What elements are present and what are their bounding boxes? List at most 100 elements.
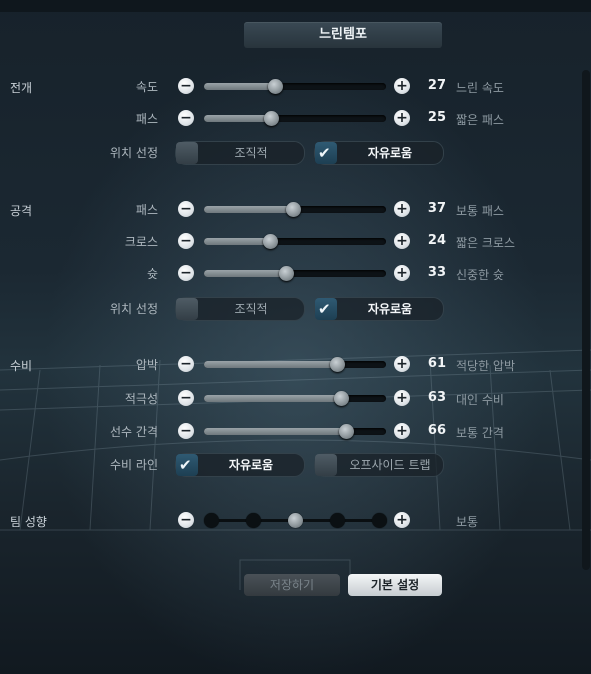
slider-fill bbox=[204, 428, 346, 435]
option-text: 조직적 bbox=[234, 302, 268, 316]
checkbox[interactable] bbox=[176, 298, 198, 320]
slider-track[interactable] bbox=[204, 424, 386, 439]
plus-icon[interactable]: + bbox=[394, 201, 410, 217]
slider-label: 속도 bbox=[135, 80, 158, 94]
slider-track[interactable] bbox=[204, 234, 386, 249]
plus-icon[interactable]: + bbox=[394, 265, 410, 281]
slider-knob[interactable] bbox=[334, 391, 349, 406]
option-free[interactable]: ✔ 자유로움 bbox=[314, 141, 444, 165]
option-text: 자유로움 bbox=[367, 146, 413, 160]
slider-description: 신중한 슛 bbox=[456, 268, 504, 282]
team-style-step-4[interactable] bbox=[330, 513, 345, 528]
plus-icon[interactable]: + bbox=[394, 356, 410, 372]
slider-label: 패스 bbox=[135, 203, 158, 217]
slider-label: 크로스 bbox=[124, 235, 158, 249]
option-text: 자유로움 bbox=[228, 458, 274, 472]
slider-fill bbox=[204, 270, 286, 277]
slider-knob[interactable] bbox=[263, 234, 278, 249]
slider-track[interactable] bbox=[204, 266, 386, 281]
check-icon: ✔ bbox=[318, 300, 331, 318]
slider-label: 압박 bbox=[135, 358, 158, 372]
minus-icon[interactable]: − bbox=[178, 201, 194, 217]
option-row-buildup-positioning: 위치 선정 조직적 ✔ 자유로움 bbox=[0, 141, 591, 165]
slider-knob[interactable] bbox=[339, 424, 354, 439]
team-style-step-2[interactable] bbox=[246, 513, 261, 528]
minus-icon[interactable]: − bbox=[178, 78, 194, 94]
slider-row-defense-aggression: 적극성 − + 63 대인 수비 bbox=[0, 390, 591, 408]
slider-knob[interactable] bbox=[286, 202, 301, 217]
plus-icon[interactable]: + bbox=[394, 110, 410, 126]
checkbox[interactable]: ✔ bbox=[176, 454, 198, 476]
plus-icon[interactable]: + bbox=[394, 512, 410, 528]
slider-row-attack-passing: 패스 − + 37 보통 패스 bbox=[0, 201, 591, 219]
option-organized[interactable]: 조직적 bbox=[175, 141, 305, 165]
team-style-description: 보통 bbox=[456, 515, 479, 529]
option-text: 오프사이드 트랩 bbox=[349, 458, 431, 472]
minus-icon[interactable]: − bbox=[178, 110, 194, 126]
slider-fill bbox=[204, 361, 337, 368]
save-button[interactable]: 저장하기 bbox=[244, 574, 340, 596]
team-style-step-3[interactable] bbox=[288, 513, 303, 528]
team-style-step-5[interactable] bbox=[372, 513, 387, 528]
plus-icon[interactable]: + bbox=[394, 390, 410, 406]
plus-icon[interactable]: + bbox=[394, 233, 410, 249]
check-icon: ✔ bbox=[318, 144, 331, 162]
checkbox[interactable]: ✔ bbox=[315, 298, 337, 320]
scrollbar[interactable] bbox=[582, 70, 590, 570]
slider-knob[interactable] bbox=[268, 79, 283, 94]
minus-icon[interactable]: − bbox=[178, 356, 194, 372]
slider-knob[interactable] bbox=[330, 357, 345, 372]
slider-description: 짧은 패스 bbox=[456, 113, 504, 127]
slider-fill bbox=[204, 395, 341, 402]
slider-value: 37 bbox=[427, 201, 446, 216]
checkbox[interactable] bbox=[176, 142, 198, 164]
slider-row-attack-crossing: 크로스 − + 24 짧은 크로스 bbox=[0, 233, 591, 251]
slider-track[interactable] bbox=[204, 202, 386, 217]
slider-track[interactable] bbox=[204, 391, 386, 406]
slider-fill bbox=[204, 83, 275, 90]
check-icon: ✔ bbox=[179, 456, 192, 474]
option-free[interactable]: ✔ 자유로움 bbox=[175, 453, 305, 477]
checkbox[interactable] bbox=[315, 454, 337, 476]
slider-fill bbox=[204, 206, 293, 213]
minus-icon[interactable]: − bbox=[178, 512, 194, 528]
team-style-step-1[interactable] bbox=[204, 513, 219, 528]
slider-track[interactable] bbox=[204, 111, 386, 126]
slider-value: 61 bbox=[427, 356, 446, 371]
slider-description: 적당한 압박 bbox=[456, 359, 516, 373]
minus-icon[interactable]: − bbox=[178, 265, 194, 281]
option-organized[interactable]: 조직적 bbox=[175, 297, 305, 321]
slider-description: 느린 속도 bbox=[456, 81, 504, 95]
slider-track[interactable] bbox=[204, 79, 386, 94]
slider-description: 보통 간격 bbox=[456, 426, 504, 440]
slider-value: 66 bbox=[427, 423, 446, 438]
minus-icon[interactable]: − bbox=[178, 423, 194, 439]
option-offside-trap[interactable]: 오프사이드 트랩 bbox=[314, 453, 444, 477]
slider-track[interactable] bbox=[204, 357, 386, 372]
checkbox[interactable]: ✔ bbox=[315, 142, 337, 164]
slider-row-buildup-speed: 속도 − + 27 느린 속도 bbox=[0, 78, 591, 96]
plus-icon[interactable]: + bbox=[394, 423, 410, 439]
minus-icon[interactable]: − bbox=[178, 390, 194, 406]
plus-icon[interactable]: + bbox=[394, 78, 410, 94]
slider-label: 슛 bbox=[146, 267, 158, 281]
slider-fill bbox=[204, 115, 271, 122]
slider-label: 적극성 bbox=[124, 392, 158, 406]
slider-knob[interactable] bbox=[264, 111, 279, 126]
slider-description: 보통 패스 bbox=[456, 204, 504, 218]
tactic-name-title[interactable]: 느린템포 bbox=[244, 22, 442, 48]
option-free[interactable]: ✔ 자유로움 bbox=[314, 297, 444, 321]
team-style-row: − + 보통 bbox=[0, 512, 591, 530]
default-settings-button[interactable]: 기본 설정 bbox=[348, 574, 442, 596]
slider-row-defense-width: 선수 간격 − + 66 보통 간격 bbox=[0, 423, 591, 441]
minus-icon[interactable]: − bbox=[178, 233, 194, 249]
slider-knob[interactable] bbox=[279, 266, 294, 281]
slider-value: 63 bbox=[427, 390, 446, 405]
slider-value: 25 bbox=[427, 110, 446, 125]
slider-value: 24 bbox=[427, 233, 446, 248]
option-text: 조직적 bbox=[234, 146, 268, 160]
slider-value: 33 bbox=[427, 265, 446, 280]
slider-value: 27 bbox=[427, 78, 446, 93]
slider-description: 짧은 크로스 bbox=[456, 236, 516, 250]
option-row-defense-line: 수비 라인 ✔ 자유로움 오프사이드 트랩 bbox=[0, 453, 591, 477]
